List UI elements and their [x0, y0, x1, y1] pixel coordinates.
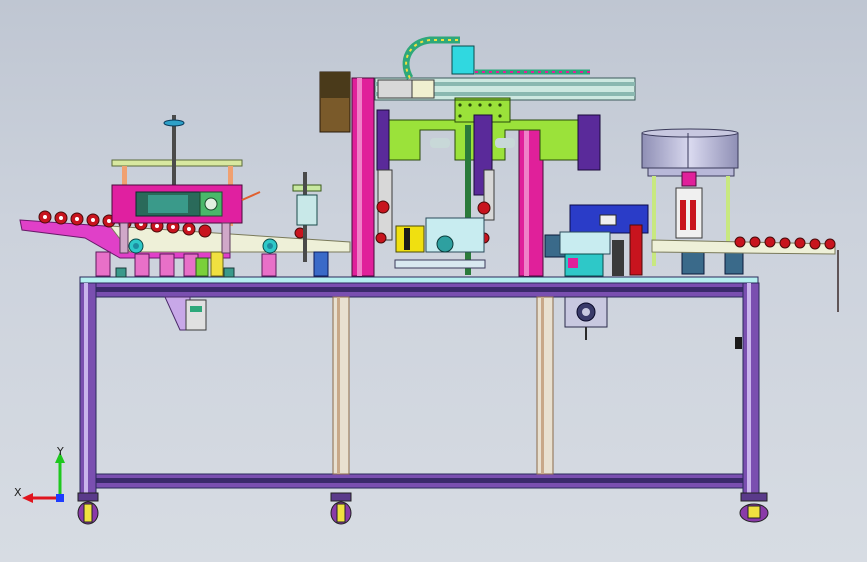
drag-chain	[402, 36, 590, 80]
y-axis-label: Y	[56, 445, 64, 458]
x-axis-label: X	[14, 486, 22, 499]
caster-wheel	[330, 492, 352, 525]
cad-viewport[interactable]: Y X	[0, 0, 867, 562]
drive-motor	[564, 296, 608, 340]
motor-box	[319, 71, 351, 133]
pneumatic-unit-left	[164, 296, 207, 331]
machine-drawing: Y X	[14, 36, 839, 525]
gantry-beam	[374, 77, 636, 101]
axis-triad: Y X	[14, 445, 65, 503]
sensor-post	[292, 172, 329, 277]
caster-wheel	[77, 492, 99, 525]
caster-wheel	[739, 492, 769, 523]
